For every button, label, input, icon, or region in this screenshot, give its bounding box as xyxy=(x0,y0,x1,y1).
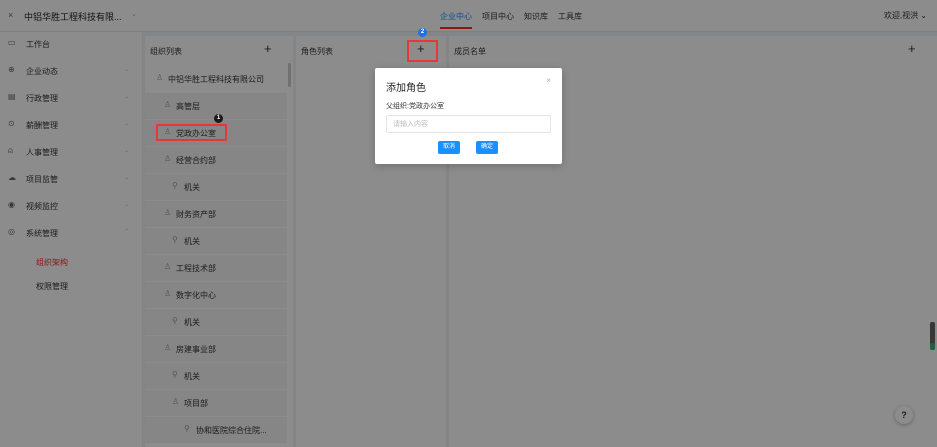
add-role-dialog: 添加角色 × 父组织:党政办公室 取消 确定 xyxy=(375,68,562,164)
confirm-button[interactable]: 确定 xyxy=(476,141,498,154)
role-name-input[interactable] xyxy=(386,115,551,133)
annotation-badge: 1 xyxy=(214,114,223,123)
annotation-highlight-add-role xyxy=(407,40,438,62)
annotation-highlight-dept xyxy=(156,124,227,141)
dialog-title: 添加角色 xyxy=(386,83,426,94)
cancel-button[interactable]: 取消 xyxy=(438,141,460,154)
annotation-badge: 2 xyxy=(418,28,427,37)
close-icon[interactable]: × xyxy=(546,76,551,85)
parent-org-label: 父组织:党政办公室 xyxy=(386,103,444,110)
